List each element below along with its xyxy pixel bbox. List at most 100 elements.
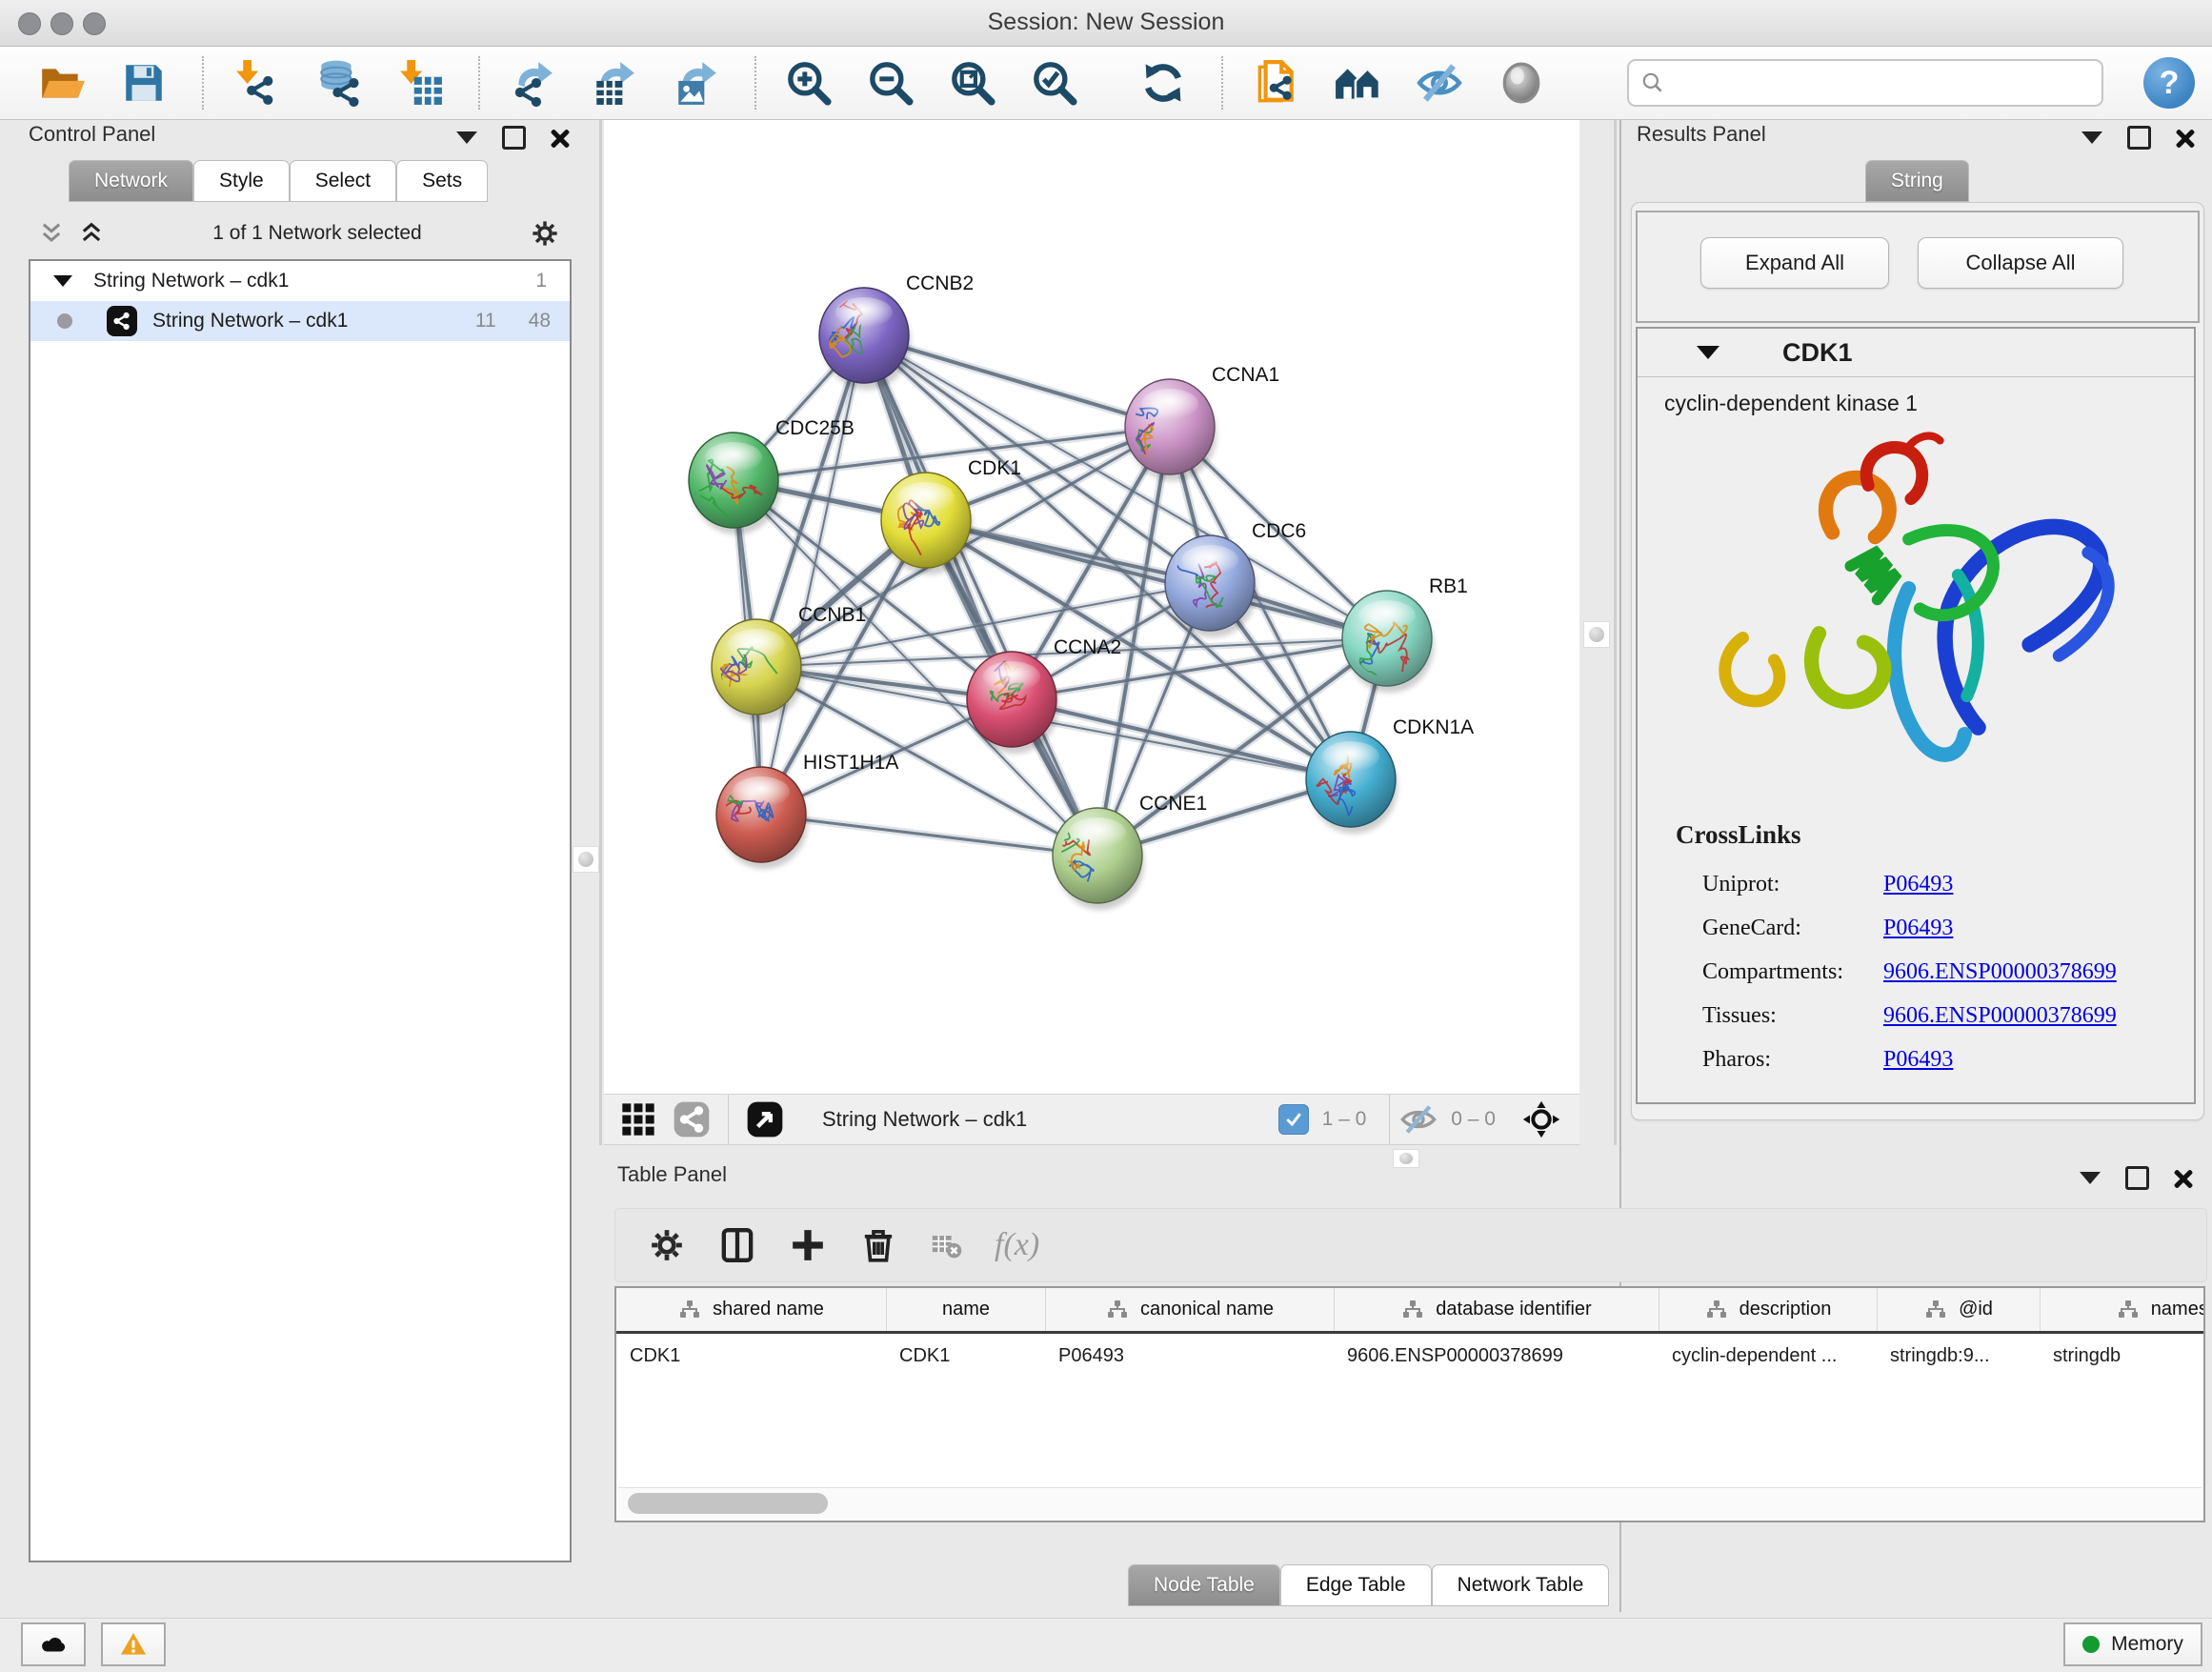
open-session-icon[interactable] bbox=[38, 59, 86, 107]
network-canvas[interactable]: CCNB2CCNA1CDC25BCDK1CDC6RB1CCNB1CCNA2CDK… bbox=[604, 120, 1579, 1094]
import-network-file-icon[interactable] bbox=[232, 59, 280, 107]
table-cell[interactable]: stringdb bbox=[2040, 1345, 2205, 1367]
table-options-gear-icon[interactable] bbox=[648, 1226, 686, 1264]
left-splitter[interactable] bbox=[599, 120, 602, 1145]
scrollbar-thumb[interactable] bbox=[628, 1493, 828, 1514]
show-columns-icon[interactable] bbox=[718, 1226, 756, 1264]
collapse-all-button[interactable]: Collapse All bbox=[1918, 237, 2123, 289]
cloud-icon bbox=[39, 1630, 68, 1659]
node-label: CCNB2 bbox=[906, 272, 974, 294]
add-column-icon[interactable] bbox=[789, 1226, 827, 1264]
export-network-icon[interactable] bbox=[509, 59, 556, 107]
node-label: CDC6 bbox=[1252, 520, 1306, 542]
warnings-button[interactable] bbox=[101, 1622, 166, 1666]
tab-style[interactable]: Style bbox=[193, 160, 290, 202]
column-header-canonical-name[interactable]: canonical name bbox=[1045, 1288, 1334, 1331]
panel-menu-icon[interactable] bbox=[2081, 131, 2102, 144]
tab-sets[interactable]: Sets bbox=[396, 160, 488, 202]
zoom-fit-icon[interactable] bbox=[949, 59, 996, 107]
column-header--id[interactable]: @id bbox=[1877, 1288, 2040, 1331]
grid-view-icon[interactable] bbox=[619, 1100, 657, 1138]
tab-select[interactable]: Select bbox=[290, 160, 396, 202]
panel-menu-icon[interactable] bbox=[2080, 1172, 2101, 1184]
network-row[interactable]: String Network – cdk1 11 48 bbox=[30, 301, 570, 341]
collapse-all-icon[interactable] bbox=[38, 220, 65, 247]
memory-button[interactable]: Memory bbox=[2063, 1622, 2202, 1666]
save-session-icon[interactable] bbox=[120, 59, 168, 107]
network-node-hist1h1a[interactable]: HIST1H1A bbox=[704, 752, 899, 869]
section-collapse-icon[interactable] bbox=[1697, 346, 1719, 359]
tab-network-table[interactable]: Network Table bbox=[1432, 1564, 1610, 1606]
panel-menu-icon[interactable] bbox=[456, 131, 477, 144]
crosslink-link[interactable]: 9606.ENSP00000378699 bbox=[1883, 1003, 2117, 1029]
share-file-icon[interactable] bbox=[1252, 59, 1299, 107]
network-edge[interactable] bbox=[761, 815, 1097, 856]
home-icon[interactable] bbox=[1334, 59, 1381, 107]
cloud-status-button[interactable] bbox=[21, 1622, 86, 1666]
right-splitter[interactable] bbox=[1614, 120, 1617, 1145]
column-header-name[interactable]: name bbox=[886, 1288, 1045, 1331]
table-row[interactable]: CDK1CDK1P064939606.ENSP00000378699cyclin… bbox=[616, 1334, 2203, 1378]
hidden-items-icon[interactable] bbox=[1399, 1100, 1438, 1138]
crosslink-link[interactable]: P06493 bbox=[1883, 916, 1953, 941]
delete-column-icon[interactable] bbox=[859, 1226, 897, 1264]
panel-close-icon[interactable] bbox=[2174, 1169, 2193, 1188]
network-node-ccna1[interactable]: CCNA1 bbox=[1116, 364, 1279, 481]
left-splitter-handle[interactable] bbox=[573, 846, 599, 873]
table-cell[interactable]: CDK1 bbox=[886, 1345, 1045, 1367]
table-horizontal-scrollbar[interactable] bbox=[618, 1487, 2202, 1519]
birdseye-view-icon[interactable] bbox=[746, 1100, 784, 1138]
refresh-icon[interactable] bbox=[1139, 59, 1187, 107]
network-collection-row[interactable]: String Network – cdk1 1 bbox=[30, 261, 570, 301]
show-hide-panels-icon[interactable] bbox=[1416, 59, 1463, 107]
import-network-database-icon[interactable] bbox=[314, 59, 362, 107]
collection-count: 1 bbox=[535, 270, 547, 292]
import-table-icon[interactable] bbox=[396, 59, 444, 107]
export-image-icon[interactable] bbox=[673, 59, 720, 107]
column-header-database-identifier[interactable]: database identifier bbox=[1334, 1288, 1659, 1331]
column-header-namespace[interactable]: namespace bbox=[2040, 1288, 2205, 1331]
network-node-ccnb2[interactable]: CCNB2 bbox=[819, 272, 974, 390]
panel-float-icon[interactable] bbox=[2127, 126, 2151, 150]
panel-close-icon[interactable] bbox=[2176, 129, 2195, 148]
fit-selected-icon[interactable] bbox=[1522, 1100, 1560, 1138]
column-header-shared-name[interactable]: shared name bbox=[616, 1288, 886, 1331]
table-cell[interactable]: cyclin-dependent ... bbox=[1659, 1345, 1877, 1367]
column-header-label: description bbox=[1739, 1299, 1832, 1320]
gene-section-header[interactable]: CDK1 bbox=[1638, 329, 2194, 377]
table-cell[interactable]: P06493 bbox=[1045, 1345, 1334, 1367]
tab-edge-table[interactable]: Edge Table bbox=[1280, 1564, 1432, 1606]
table-cell[interactable]: stringdb:9... bbox=[1877, 1345, 2040, 1367]
expand-all-icon[interactable] bbox=[78, 220, 105, 247]
column-source-icon bbox=[1106, 1299, 1129, 1321]
network-node-rb1[interactable]: RB1 bbox=[1342, 575, 1468, 698]
help-icon[interactable]: ? bbox=[2143, 57, 2195, 109]
right-splitter-handle[interactable] bbox=[1583, 621, 1610, 648]
table-cell[interactable]: 9606.ENSP00000378699 bbox=[1334, 1345, 1659, 1367]
table-cell[interactable]: CDK1 bbox=[616, 1345, 886, 1367]
panel-float-icon[interactable] bbox=[502, 126, 526, 150]
search-field[interactable] bbox=[1627, 59, 2103, 107]
crosslink-link[interactable]: 9606.ENSP00000378699 bbox=[1883, 959, 2117, 985]
options-gear-icon[interactable] bbox=[530, 218, 560, 249]
export-table-icon[interactable] bbox=[591, 59, 638, 107]
crosslink-link[interactable]: P06493 bbox=[1883, 1047, 1953, 1073]
zoom-out-icon[interactable] bbox=[867, 59, 915, 107]
zoom-selected-icon[interactable] bbox=[1031, 59, 1078, 107]
network-node-cdk1[interactable]: CDK1 bbox=[881, 457, 1021, 574]
tab-network[interactable]: Network bbox=[69, 160, 193, 202]
panel-float-icon[interactable] bbox=[2125, 1166, 2149, 1190]
search-input[interactable] bbox=[1665, 70, 2069, 96]
column-header-description[interactable]: description bbox=[1659, 1288, 1877, 1331]
crosslink-link[interactable]: P06493 bbox=[1883, 872, 1953, 897]
expand-all-button[interactable]: Expand All bbox=[1700, 237, 1889, 289]
tab-string[interactable]: String bbox=[1865, 160, 1969, 202]
panel-close-icon[interactable] bbox=[551, 129, 570, 148]
selected-nodes-checkbox[interactable] bbox=[1278, 1104, 1309, 1135]
string-view-icon[interactable] bbox=[673, 1100, 711, 1138]
inspect-icon[interactable] bbox=[1498, 59, 1545, 107]
results-buttons-box: Expand All Collapse All bbox=[1636, 211, 2200, 323]
zoom-in-icon[interactable] bbox=[785, 59, 833, 107]
collection-expand-icon[interactable] bbox=[53, 275, 72, 287]
tab-node-table[interactable]: Node Table bbox=[1128, 1564, 1280, 1606]
